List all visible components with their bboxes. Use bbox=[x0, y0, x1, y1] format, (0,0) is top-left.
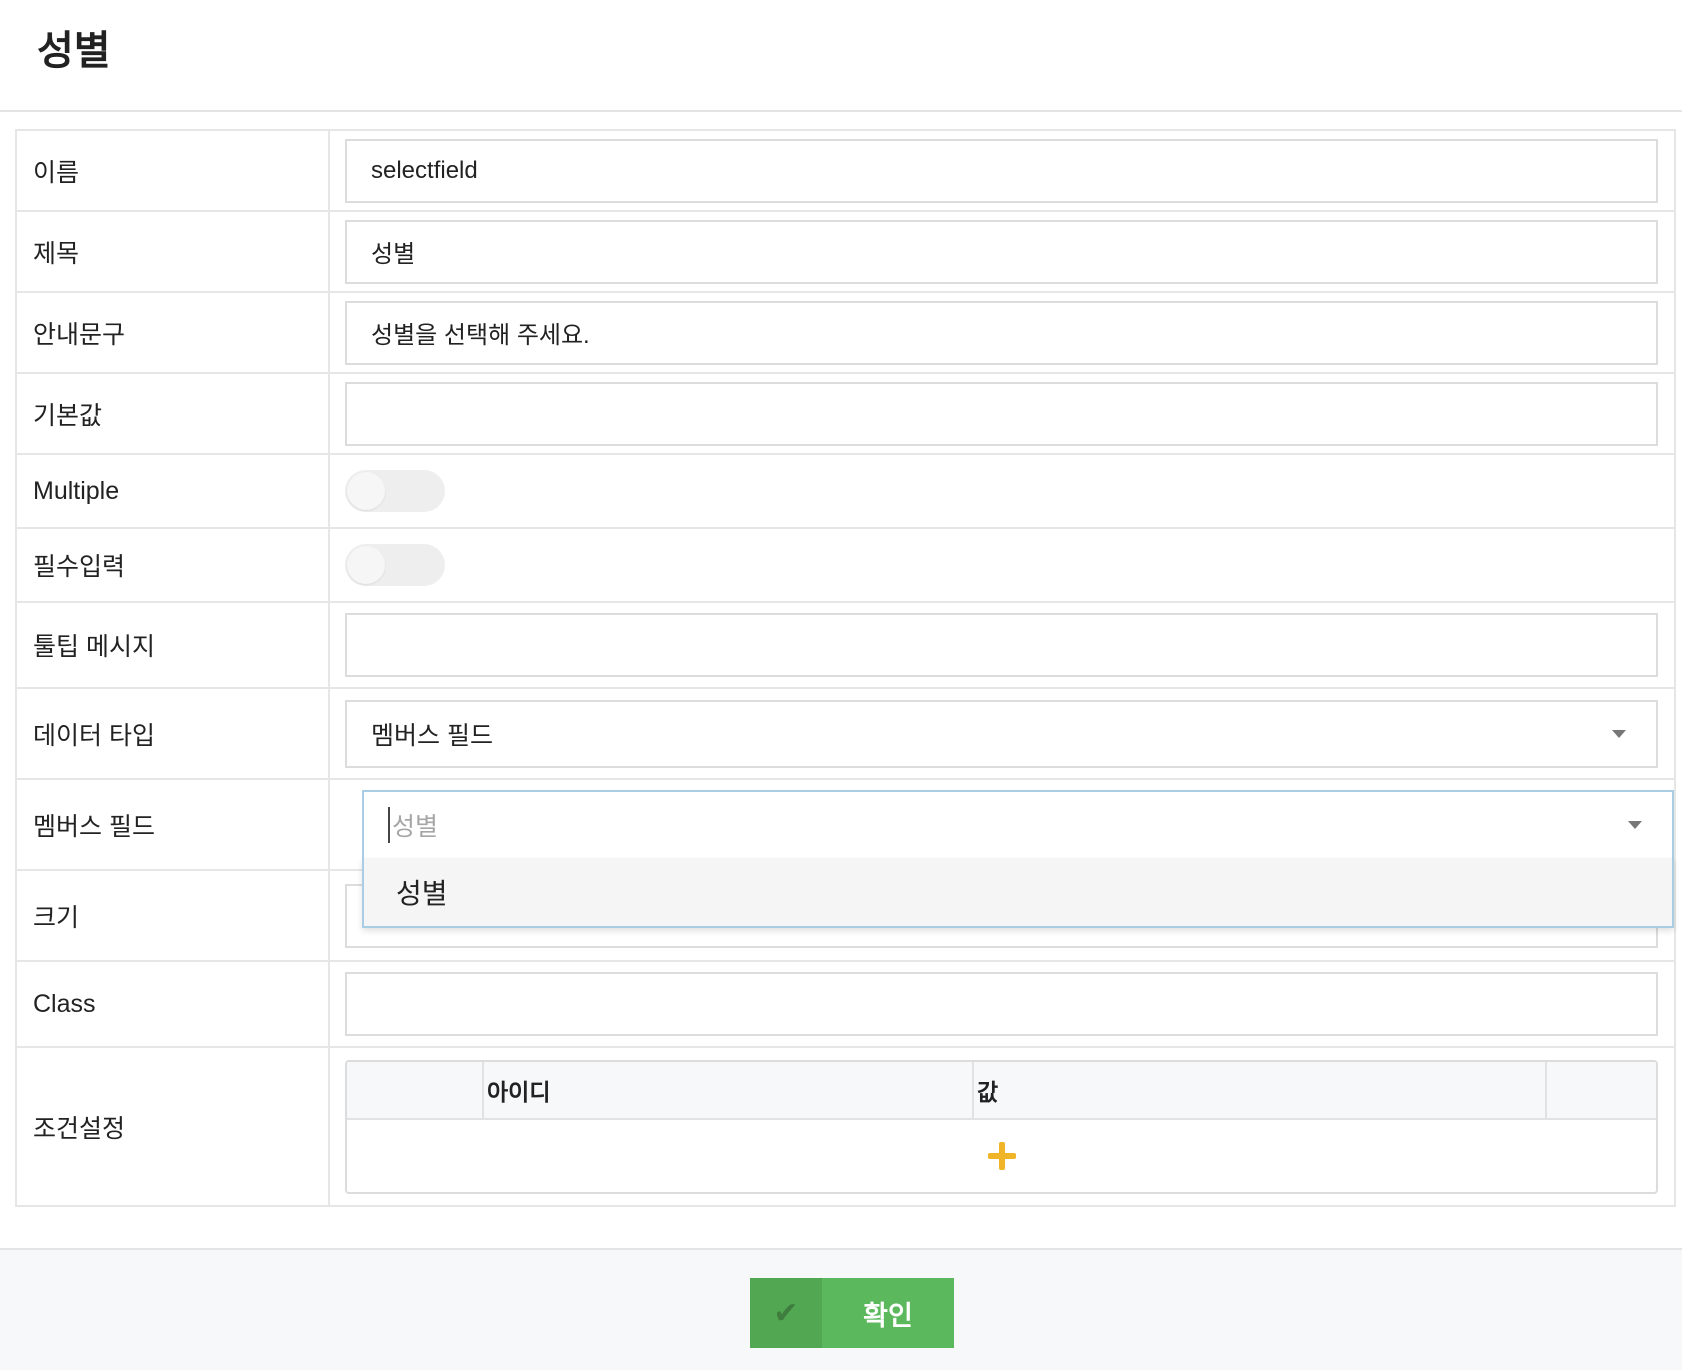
toggle-knob bbox=[347, 546, 385, 584]
class-input[interactable] bbox=[345, 972, 1658, 1036]
row-default-value: 기본값 bbox=[17, 374, 1674, 455]
data-type-selected: 멤버스 필드 bbox=[371, 721, 493, 750]
data-type-select[interactable]: 멤버스 필드 bbox=[345, 699, 1658, 768]
default-value-label: 기본값 bbox=[17, 374, 330, 453]
column-header-value: 값 bbox=[974, 1061, 1547, 1118]
toggle-knob bbox=[347, 472, 385, 510]
tooltip-input[interactable] bbox=[345, 613, 1658, 677]
field-settings-form: 이름 selectfield 제목 성별 안내문구 성별을 선택해 주세요. 기… bbox=[15, 129, 1676, 1207]
conditions-table-header: 아이디 값 bbox=[347, 1061, 1656, 1120]
conditions-table-body bbox=[347, 1120, 1656, 1192]
row-guide-text: 안내문구 성별을 선택해 주세요. bbox=[17, 293, 1674, 374]
dialog-footer: ✔ 확인 bbox=[0, 1248, 1682, 1370]
dialog-header: 성별 bbox=[0, 0, 1682, 112]
default-value-input[interactable] bbox=[345, 381, 1658, 446]
row-required: 필수입력 bbox=[17, 529, 1674, 603]
row-name: 이름 selectfield bbox=[17, 131, 1674, 212]
chevron-down-icon[interactable] bbox=[1628, 821, 1642, 829]
class-label: Class bbox=[17, 962, 330, 1046]
chevron-down-icon bbox=[1612, 729, 1626, 738]
required-label: 필수입력 bbox=[17, 529, 330, 601]
required-toggle[interactable] bbox=[345, 544, 445, 586]
conditions-table: 아이디 값 bbox=[345, 1059, 1658, 1194]
page-title: 성별 bbox=[37, 29, 111, 73]
row-members-field: 멤버스 필드 성별 성별 bbox=[17, 780, 1674, 928]
data-type-label: 데이터 타입 bbox=[17, 689, 330, 778]
multiple-label: Multiple bbox=[17, 455, 330, 527]
members-field-placeholder: 성별 bbox=[388, 807, 438, 843]
name-label: 이름 bbox=[17, 131, 330, 210]
dropdown-option[interactable]: 성별 bbox=[362, 858, 1674, 928]
multiple-toggle[interactable] bbox=[345, 470, 445, 512]
conditions-label: 조건설정 bbox=[17, 1048, 330, 1205]
row-data-type: 데이터 타입 멤버스 필드 bbox=[17, 689, 1674, 780]
confirm-button[interactable]: ✔ 확인 bbox=[750, 1278, 954, 1348]
guide-text-input[interactable]: 성별을 선택해 주세요. bbox=[345, 300, 1658, 365]
name-input[interactable]: selectfield bbox=[345, 138, 1658, 203]
plus-icon[interactable] bbox=[987, 1141, 1016, 1170]
members-field-input[interactable]: 성별 bbox=[362, 790, 1674, 858]
size-label: 크기 bbox=[17, 871, 330, 960]
members-field-label: 멤버스 필드 bbox=[17, 780, 330, 869]
row-tooltip: 툴팁 메시지 bbox=[17, 603, 1674, 689]
tooltip-label: 툴팁 메시지 bbox=[17, 603, 330, 687]
row-conditions: 조건설정 아이디 값 bbox=[17, 1048, 1674, 1205]
guide-text-label: 안내문구 bbox=[17, 293, 330, 372]
column-header-id: 아이디 bbox=[484, 1061, 974, 1118]
title-label: 제목 bbox=[17, 212, 330, 291]
row-multiple: Multiple bbox=[17, 455, 1674, 529]
row-title: 제목 성별 bbox=[17, 212, 1674, 293]
confirm-label: 확인 bbox=[863, 1300, 913, 1331]
row-class: Class bbox=[17, 962, 1674, 1048]
members-field-combobox[interactable]: 성별 성별 bbox=[362, 790, 1674, 928]
title-input[interactable]: 성별 bbox=[345, 219, 1658, 284]
check-icon: ✔ bbox=[750, 1278, 822, 1348]
